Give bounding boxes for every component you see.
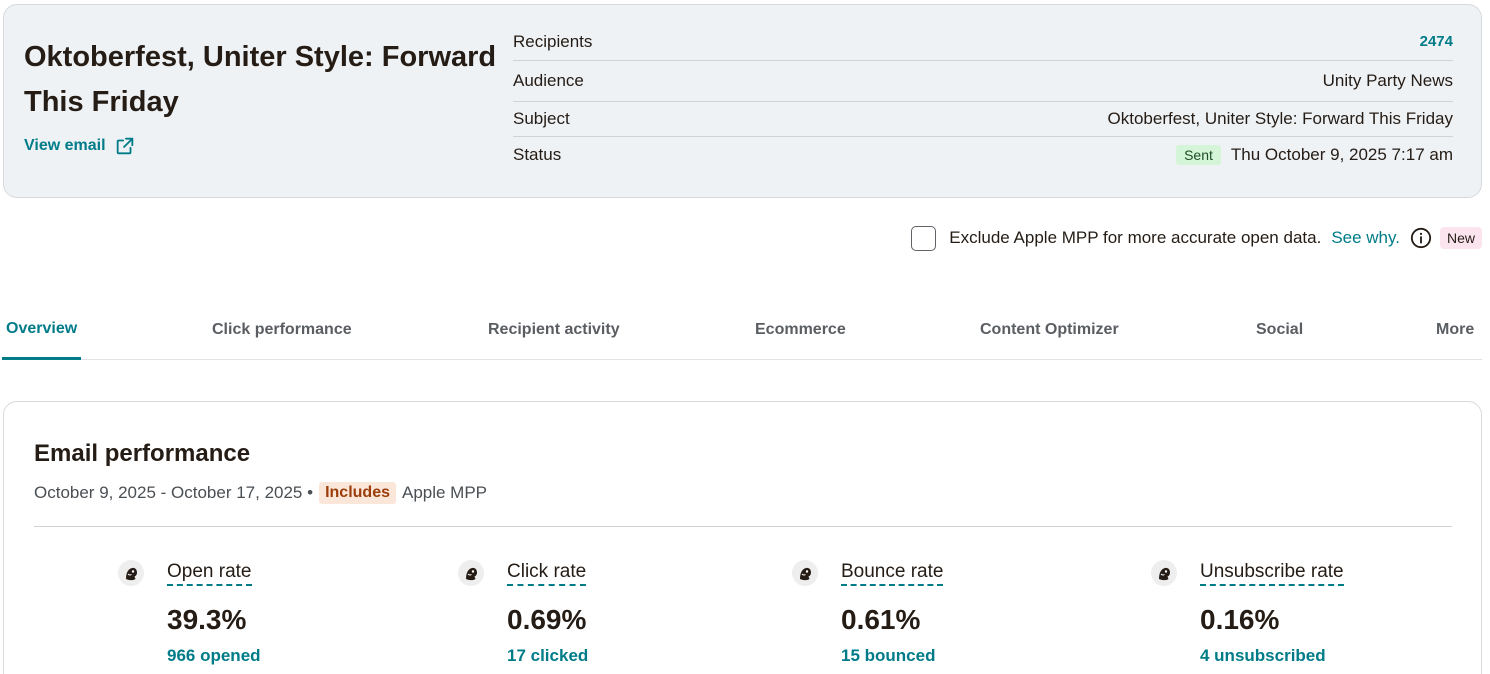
tab-content-optimizer[interactable]: Content Optimizer <box>980 300 1119 359</box>
click-rate-value: 0.69% <box>507 604 587 635</box>
unsubscribe-rate-value: 0.16% <box>1200 604 1280 635</box>
view-email-label: View email <box>24 137 106 154</box>
unsubscribe-rate-label[interactable]: Unsubscribe rate <box>1200 561 1344 586</box>
status-value: Sent Thu October 9, 2025 7:17 am <box>1176 145 1453 165</box>
exclude-mpp-label: Exclude Apple MPP for more accurate open… <box>949 228 1322 247</box>
info-icon[interactable] <box>1410 227 1432 249</box>
report-tabs: Overview Click performance Recipient act… <box>2 300 1482 360</box>
subject-label: Subject <box>513 109 570 128</box>
mailchimp-freddie-icon <box>458 560 484 586</box>
campaign-title: Oktoberfest, Uniter Style: Forward This … <box>24 41 497 118</box>
open-rate-label[interactable]: Open rate <box>167 561 252 586</box>
exclude-mpp-checkbox[interactable] <box>911 225 937 251</box>
tab-ecommerce[interactable]: Ecommerce <box>755 300 846 359</box>
includes-badge: Includes <box>319 482 396 504</box>
open-rate-value: 39.3% <box>167 604 247 635</box>
external-link-icon <box>116 137 133 155</box>
performance-date-meta: October 9, 2025 - October 17, 2025 • Inc… <box>34 482 487 504</box>
clicked-count-link[interactable]: 17 clicked <box>507 646 588 666</box>
recipients-label: Recipients <box>513 31 593 51</box>
recipients-count-link[interactable]: 2474 <box>1420 33 1453 50</box>
bounced-count-link[interactable]: 15 bounced <box>841 646 935 666</box>
tab-more[interactable]: More <box>1436 300 1474 359</box>
exclude-mpp-row: Exclude Apple MPP for more accurate open… <box>911 224 1482 252</box>
audience-label: Audience <box>513 71 584 90</box>
status-label: Status <box>513 145 562 164</box>
tab-overview[interactable]: Overview <box>2 300 82 360</box>
tab-social[interactable]: Social <box>1256 300 1303 359</box>
bounce-rate-value: 0.61% <box>841 604 921 635</box>
detail-row-status: Status Sent Thu October 9, 2025 7:17 am <box>513 137 1453 173</box>
audience-value: Unity Party News <box>1322 71 1453 90</box>
unsubscribed-count-link[interactable]: 4 unsubscribed <box>1200 646 1326 666</box>
mailchimp-freddie-icon <box>1151 560 1177 586</box>
tab-click-performance[interactable]: Click performance <box>212 300 352 359</box>
apple-mpp-label: Apple MPP <box>401 483 488 502</box>
detail-row-audience: Audience Unity Party News <box>513 61 1453 102</box>
email-performance-card: Email performance October 9, 2025 - Octo… <box>3 401 1482 674</box>
detail-row-subject: Subject Oktoberfest, Uniter Style: Forwa… <box>513 102 1453 137</box>
campaign-details-table: Recipients 2474 Audience Unity Party New… <box>513 23 1453 173</box>
see-why-link[interactable]: See why. <box>1331 228 1400 248</box>
click-rate-label[interactable]: Click rate <box>507 561 587 586</box>
mailchimp-freddie-icon <box>118 560 144 586</box>
campaign-summary-card: Oktoberfest, Uniter Style: Forward This … <box>3 4 1482 198</box>
mailchimp-freddie-icon <box>792 560 818 586</box>
email-performance-title: Email performance <box>34 440 251 467</box>
bounce-rate-label[interactable]: Bounce rate <box>841 561 944 586</box>
new-badge: New <box>1439 227 1482 249</box>
status-badge: Sent <box>1176 145 1221 165</box>
tab-recipient-activity[interactable]: Recipient activity <box>488 300 620 359</box>
date-range: October 9, 2025 - October 17, 2025 • <box>34 483 314 502</box>
subject-value: Oktoberfest, Uniter Style: Forward This … <box>1107 109 1453 128</box>
opened-count-link[interactable]: 966 opened <box>167 646 261 666</box>
view-email-link[interactable]: View email <box>24 135 136 157</box>
detail-row-recipients: Recipients 2474 <box>513 23 1453 61</box>
status-date: Thu October 9, 2025 7:17 am <box>1230 145 1453 164</box>
divider <box>34 526 1452 527</box>
